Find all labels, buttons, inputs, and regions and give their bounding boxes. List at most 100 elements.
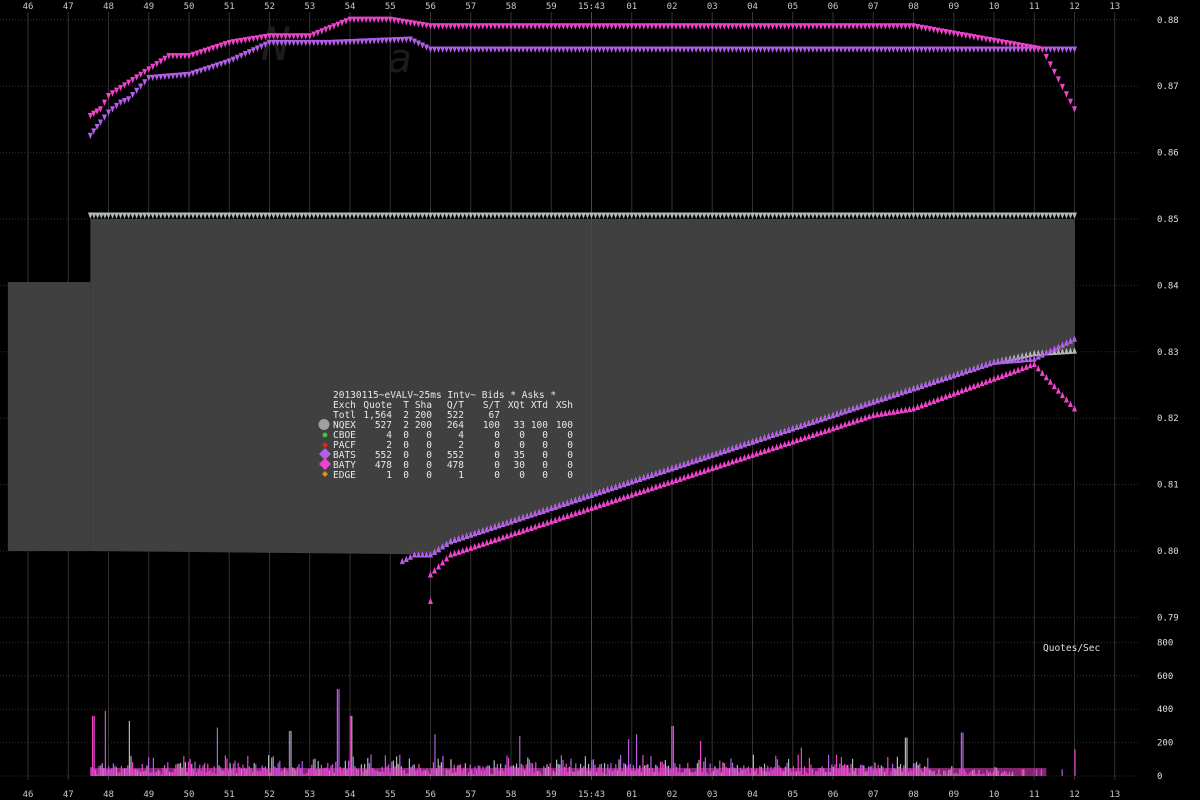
rate-tick-label: 0 (1157, 772, 1162, 782)
x-tick-label-top: 58 (506, 2, 517, 12)
x-tick-label-bottom: 07 (868, 790, 879, 800)
price-tick-label: 0.80 (1157, 547, 1179, 557)
x-tick-label-top: 13 (1109, 2, 1120, 12)
x-tick-label-bottom: 11 (1029, 790, 1040, 800)
x-tick-label-top: 54 (345, 2, 356, 12)
price-tick-label: 0.83 (1157, 348, 1179, 358)
rate-bar (351, 715, 353, 776)
x-tick-label-top: 51 (224, 2, 235, 12)
x-tick-label-top: 11 (1029, 2, 1040, 12)
legend-cell: 0 (494, 470, 500, 481)
rate-baseline-band (90, 768, 1047, 776)
rate-tick-label: 800 (1157, 638, 1173, 648)
rate-bar (91, 715, 94, 776)
x-tick-label-top: 03 (707, 2, 718, 12)
x-tick-label-bottom: 54 (345, 790, 356, 800)
svg-text:a: a (388, 36, 412, 82)
x-tick-label-bottom: 10 (989, 790, 1000, 800)
legend-marker (322, 432, 328, 438)
x-tick-label-bottom: 04 (747, 790, 758, 800)
x-tick-label-bottom: 53 (304, 790, 315, 800)
x-tick-label-top: 56 (425, 2, 436, 12)
legend-cell: 1 (458, 470, 464, 481)
x-tick-label-bottom: 48 (103, 790, 114, 800)
x-tick-label-bottom: 06 (828, 790, 839, 800)
x-tick-label-top: 52 (264, 2, 275, 12)
rate-bar (349, 715, 351, 776)
x-tick-label-top: 04 (747, 2, 758, 12)
x-tick-label-bottom: 12 (1069, 790, 1080, 800)
price-tick-label: 0.88 (1157, 16, 1179, 26)
x-tick-label-top: 08 (908, 2, 919, 12)
rate-tick-label: 200 (1157, 739, 1173, 749)
rate-bar (338, 689, 340, 776)
price-tick-label: 0.86 (1157, 149, 1179, 159)
x-tick-label-top: 46 (23, 2, 34, 12)
price-tick-label: 0.82 (1157, 414, 1179, 424)
legend-exch: EDGE (333, 470, 356, 481)
x-tick-label-top: 02 (667, 2, 678, 12)
x-tick-label-bottom: 55 (385, 790, 396, 800)
x-tick-label-top: 09 (948, 2, 959, 12)
x-tick-label-bottom: 52 (264, 790, 275, 800)
price-tick-label: 0.79 (1157, 613, 1179, 623)
x-tick-label-bottom: 03 (707, 790, 718, 800)
price-tick-label: 0.87 (1157, 82, 1179, 92)
rate-bar (336, 689, 338, 776)
x-tick-label-top: 06 (828, 2, 839, 12)
x-tick-label-bottom: 15:43 (578, 790, 605, 800)
x-tick-label-bottom: 05 (787, 790, 798, 800)
rate-bar (93, 715, 95, 776)
x-tick-label-bottom: 02 (667, 790, 678, 800)
x-tick-label-top: 05 (787, 2, 798, 12)
legend-cell: 0 (426, 470, 432, 481)
legend-marker (318, 419, 330, 430)
legend-cell: 1 (386, 470, 392, 481)
legend-header-cell: XSh (556, 400, 573, 411)
legend-header-cell: XTd (531, 400, 548, 411)
rate-bar (1061, 769, 1063, 776)
legend-cell: 0 (567, 470, 573, 481)
x-tick-label-bottom: 13 (1109, 790, 1120, 800)
x-tick-label-top: 15:43 (578, 2, 605, 12)
x-tick-label-bottom: 08 (908, 790, 919, 800)
x-tick-label-top: 47 (63, 2, 74, 12)
x-tick-label-bottom: 58 (506, 790, 517, 800)
x-tick-label-bottom: 59 (546, 790, 557, 800)
legend-cell: 0 (519, 470, 525, 481)
x-tick-label-top: 50 (184, 2, 195, 12)
x-tick-label-bottom: 49 (143, 790, 154, 800)
x-tick-label-top: 12 (1069, 2, 1080, 12)
x-tick-label-top: 53 (304, 2, 315, 12)
x-tick-label-bottom: 09 (948, 790, 959, 800)
rate-axis-label: Quotes/Sec (1043, 643, 1100, 654)
x-tick-label-bottom: 56 (425, 790, 436, 800)
x-tick-label-bottom: 51 (224, 790, 235, 800)
legend-marker (322, 442, 328, 448)
rate-bar (1074, 749, 1076, 776)
price-tick-label: 0.85 (1157, 215, 1179, 225)
x-tick-label-top: 48 (103, 2, 114, 12)
x-tick-label-bottom: 46 (23, 790, 34, 800)
nbbo-quote-chart: N a 46 47 48 49 50 51 52 53 54 55 56 57 58 59 15:43 01 0… (0, 0, 1200, 800)
x-tick-label-top: 10 (989, 2, 1000, 12)
rate-bar (104, 710, 106, 776)
legend-cell: 0 (403, 470, 409, 481)
rate-tick-label: 400 (1157, 705, 1173, 715)
x-tick-label-top: 01 (626, 2, 637, 12)
x-tick-label-top: 59 (546, 2, 557, 12)
rate-bar (128, 720, 130, 776)
rate-tick-label: 600 (1157, 672, 1173, 682)
x-tick-label-top: 57 (465, 2, 476, 12)
x-tick-label-bottom: 01 (626, 790, 637, 800)
legend-header-cell: XQt (508, 400, 525, 411)
x-tick-label-top: 49 (143, 2, 154, 12)
x-tick-label-bottom: 57 (465, 790, 476, 800)
price-tick-label: 0.84 (1157, 281, 1179, 291)
x-tick-label-top: 07 (868, 2, 879, 12)
legend-cell: 0 (542, 470, 548, 481)
x-tick-label-bottom: 47 (63, 790, 74, 800)
x-tick-label-top: 55 (385, 2, 396, 12)
x-tick-label-bottom: 50 (184, 790, 195, 800)
nbbo-shade-block (7, 282, 91, 551)
